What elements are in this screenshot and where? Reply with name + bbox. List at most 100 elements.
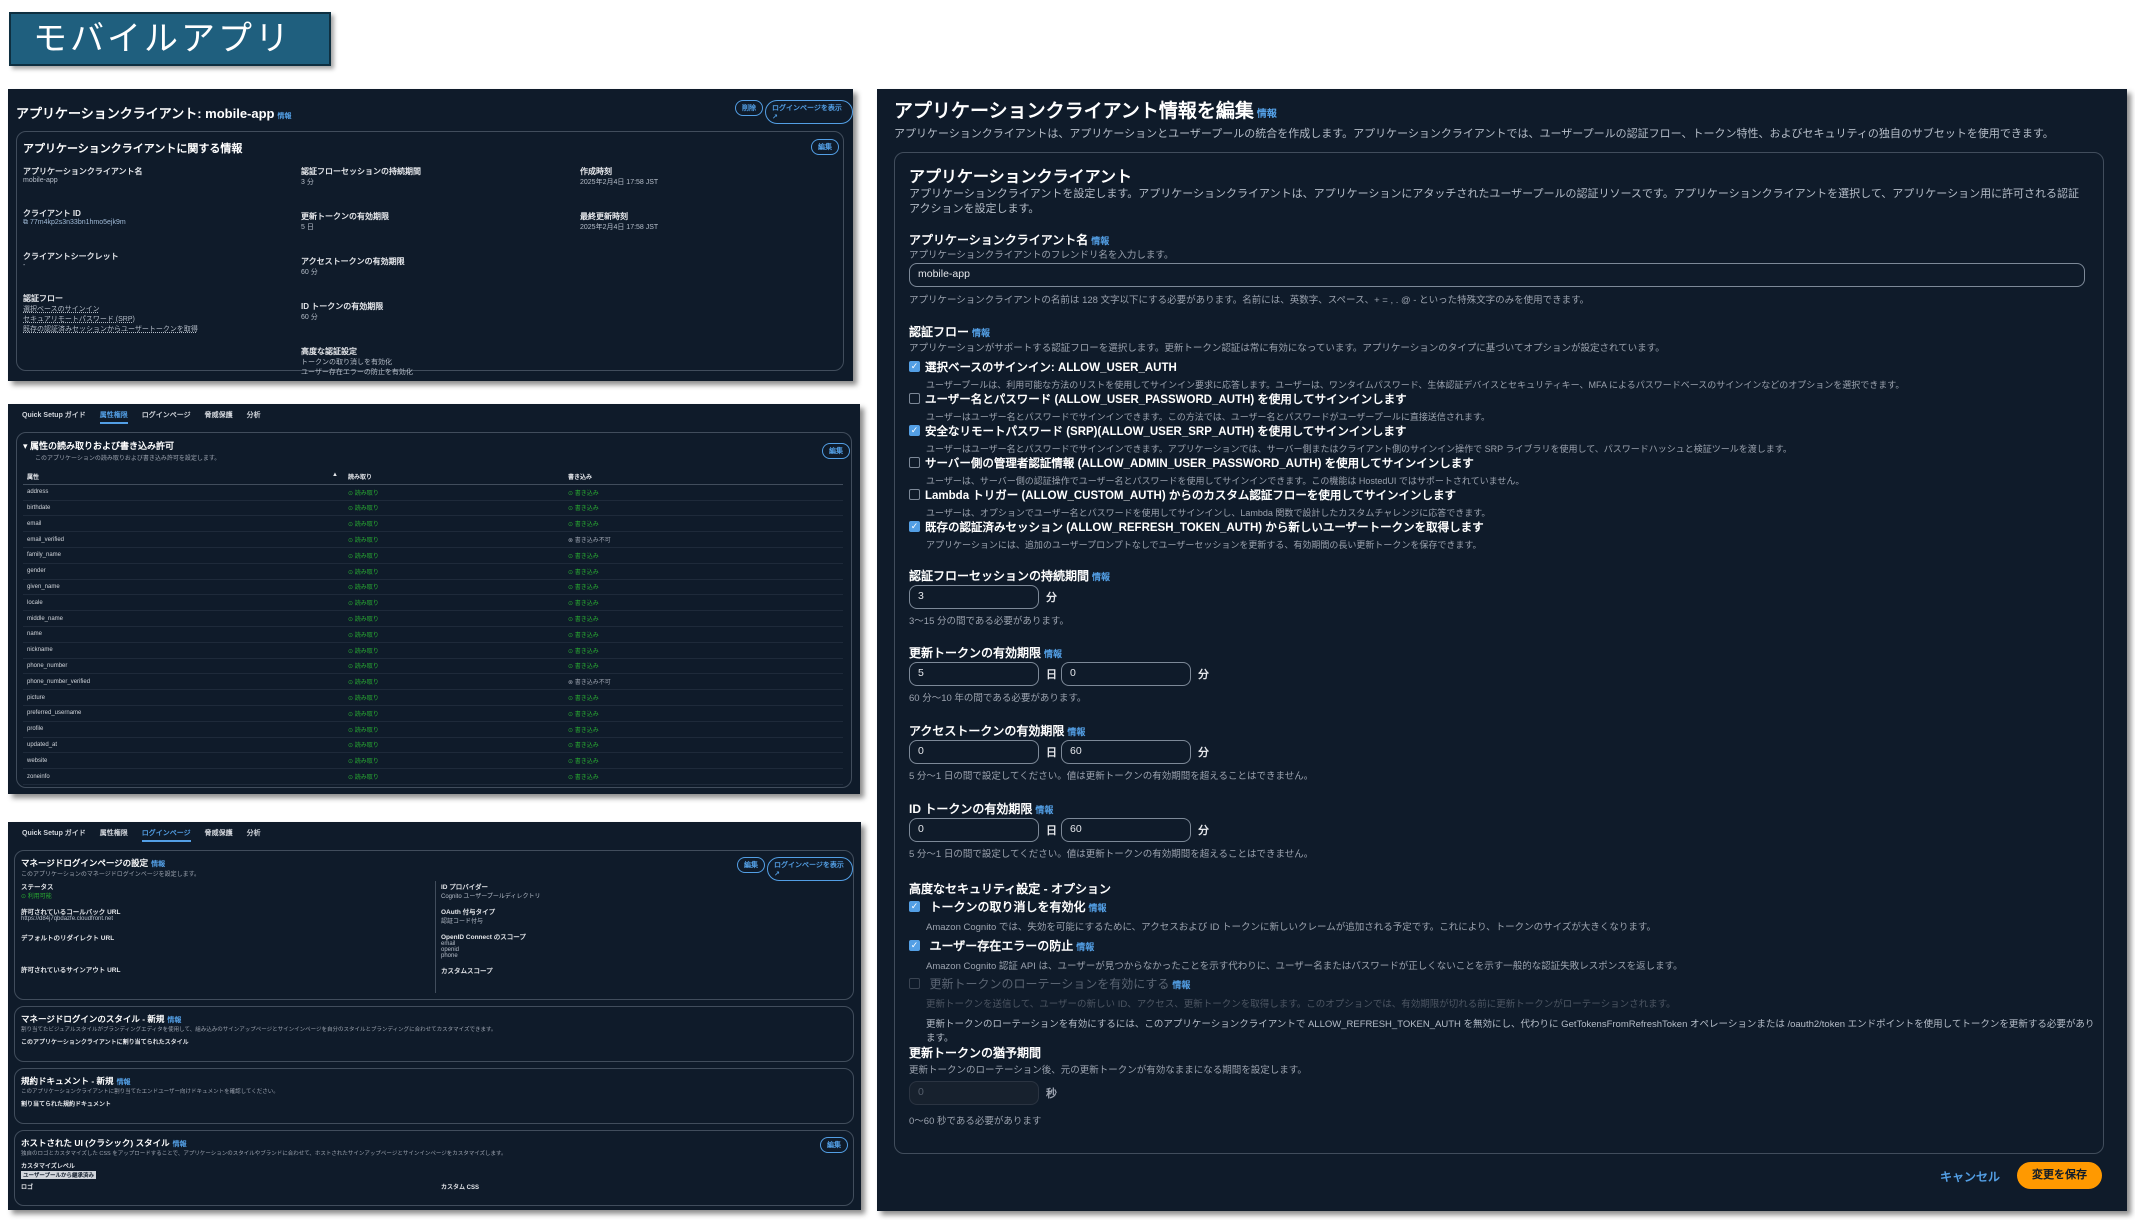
auth-flow-option[interactable]: ✓ 既存の認証済みセッション (ALLOW_REFRESH_TOKEN_AUTH)… bbox=[909, 518, 1484, 551]
tab-threat-protection[interactable]: 脅威保護 bbox=[205, 410, 233, 424]
client-secret-value: - bbox=[23, 262, 26, 269]
cancel-button[interactable]: キャンセル bbox=[1940, 1168, 2000, 1185]
rotate-note: 更新トークンのローテーションを有効にするには、このアプリケーションクライアントで… bbox=[926, 1019, 2095, 1044]
refresh-mins-input[interactable]: 0 bbox=[1061, 662, 1191, 686]
x-circle-icon: ⊗ bbox=[568, 538, 575, 545]
checkbox-checked-icon[interactable]: ✓ bbox=[909, 361, 920, 373]
checkbox-icon[interactable] bbox=[909, 489, 920, 501]
write-status: ⊙ 書き込み bbox=[568, 727, 599, 734]
checkbox-checked-icon[interactable]: ✓ bbox=[909, 521, 920, 533]
tab-quick-setup[interactable]: Quick Setup ガイド bbox=[22, 410, 86, 424]
checkbox-checked-icon[interactable]: ✓ bbox=[909, 940, 920, 952]
client-id-value[interactable]: ⧉ 77m4kp2s3n33bn1hmo5ejk9m bbox=[23, 219, 283, 227]
tab-attributes[interactable]: 属性権限 bbox=[99, 410, 128, 424]
managed-style-card: マネージドログインのスタイル - 新規 情報 割り当てたビジュアルスタイルがブラン… bbox=[14, 1006, 854, 1062]
check-circle-icon: ⊙ bbox=[568, 506, 575, 513]
write-status: ⊙ 書き込み bbox=[568, 759, 599, 766]
caret-down-icon[interactable]: ▾ bbox=[23, 441, 30, 451]
revoke-token-option[interactable]: ✓ トークンの取り消しを有効化 情報 Amazon Cognito では、失効を可… bbox=[909, 898, 1656, 933]
css-label: カスタム CSS bbox=[441, 1185, 480, 1191]
check-circle-icon: ⊙ bbox=[348, 775, 355, 782]
access-expiry-label: アクセストークンの有効期限 bbox=[301, 257, 405, 266]
attr-name: nickname bbox=[27, 647, 53, 654]
grace-hint: 0～60 秒である必要があります bbox=[909, 1116, 1042, 1127]
app-client-title: アプリケーションクライアント: mobile-app 情報 bbox=[16, 106, 292, 121]
auth-flow-line: セキュアリモートパスワード (SRP) bbox=[23, 316, 135, 323]
checkbox-icon[interactable] bbox=[909, 457, 920, 469]
check-circle-icon: ⊙ bbox=[348, 648, 355, 655]
access-mins-input[interactable]: 60 bbox=[1061, 740, 1191, 764]
redirect-label: デフォルトのリダイレクト URL bbox=[21, 935, 115, 942]
view-login-page-button[interactable]: ログインページを表示 ↗ bbox=[767, 857, 853, 881]
tab-login-page[interactable]: ログインページ bbox=[141, 828, 191, 842]
read-status: ⊙ 読み取り bbox=[348, 711, 379, 718]
access-expiry-value: 60 分 bbox=[301, 269, 318, 276]
delete-button[interactable]: 削除 bbox=[735, 100, 763, 116]
auth-flow-option[interactable]: ✓ 選択ベースのサインイン: ALLOW_USER_AUTH ユーザープールは、利用… bbox=[909, 358, 1904, 391]
attr-name: phone_number_verified bbox=[27, 678, 91, 685]
access-days-input[interactable]: 0 bbox=[909, 740, 1039, 764]
checkbox-disabled-icon bbox=[909, 978, 920, 990]
hosted-desc: 独自のロゴとカスタマイズした CSS をアップロードすることで、アプリケーション… bbox=[21, 1151, 507, 1157]
attr-name: email bbox=[27, 520, 42, 527]
prevent-user-existence-option[interactable]: ✓ ユーザー存在エラーの防止 情報 Amazon Cognito 認証 API は… bbox=[909, 937, 1683, 972]
name-desc: アプリケーションクライアントのフレンドリ名を入力します。 bbox=[909, 250, 1174, 261]
refresh-days-input[interactable]: 5 bbox=[909, 662, 1039, 686]
auth-flow-line: 既存の認証済みセッションからユーザートークンを取得 bbox=[23, 326, 198, 333]
auth-flow-title: 既存の認証済みセッション (ALLOW_REFRESH_TOKEN_AUTH) … bbox=[925, 522, 1484, 534]
edit-button[interactable]: 編集 bbox=[822, 443, 850, 459]
auth-flow-option[interactable]: Lambda トリガー (ALLOW_CUSTOM_AUTH) からのカスタム認… bbox=[909, 486, 1490, 519]
idp-value: Cognito ユーザープールディレクトリ bbox=[441, 894, 541, 900]
checkbox-checked-icon[interactable]: ✓ bbox=[909, 901, 920, 913]
checkbox-checked-icon[interactable]: ✓ bbox=[909, 425, 920, 437]
write-status: ⊙ 書き込み bbox=[568, 632, 599, 639]
section-title: アプリケーションクライアントに関する情報 bbox=[23, 143, 243, 155]
attr-name: updated_at bbox=[27, 741, 58, 748]
write-status: ⊙ 書き込み bbox=[568, 553, 599, 560]
session-duration-input[interactable]: 3 bbox=[909, 585, 1039, 609]
edit-button[interactable]: 編集 bbox=[820, 1137, 848, 1153]
tab-analytics[interactable]: 分析 bbox=[247, 828, 261, 842]
save-changes-button[interactable]: 変更を保存 bbox=[2017, 1162, 2102, 1189]
name-label: アプリケーションクライアント名 情報 bbox=[909, 233, 1110, 247]
managed-login-desc: このアプリケーションのマネージドログインページを設定します。 bbox=[21, 872, 201, 878]
day-unit: 日 bbox=[1046, 747, 1057, 759]
id-days-input[interactable]: 0 bbox=[909, 818, 1039, 842]
auth-flow-title: 選択ベースのサインイン: ALLOW_USER_AUTH bbox=[925, 362, 1177, 374]
idp-label: ID プロバイダー bbox=[441, 884, 489, 891]
callback-label: 許可されているコールバック URL bbox=[21, 909, 121, 916]
table-row: address ⊙ 読み取り ⊙ 書き込み bbox=[23, 485, 843, 501]
write-status: ⊙ 書き込み bbox=[568, 569, 599, 576]
write-status: ⊗ 書き込み不可 bbox=[568, 680, 611, 687]
auth-flow-label: 認証フロー bbox=[23, 294, 63, 303]
edit-button[interactable]: 編集 bbox=[811, 139, 839, 155]
tab-threat-protection[interactable]: 脅威保護 bbox=[205, 828, 233, 842]
attr-name: profile bbox=[27, 726, 44, 733]
auth-flow-option[interactable]: サーバー側の管理者認証情報 (ALLOW_ADMIN_USER_PASSWORD… bbox=[909, 454, 1524, 487]
rotate-title: 更新トークンのローテーションを有効にする bbox=[929, 977, 1170, 991]
write-status: ⊙ 書き込み bbox=[568, 696, 599, 703]
copy-icon[interactable]: ⧉ bbox=[23, 219, 30, 226]
sort-icon[interactable]: ▲ bbox=[332, 472, 338, 481]
checkbox-icon[interactable] bbox=[909, 393, 920, 405]
grace-label: 更新トークンの猶予期間 bbox=[909, 1046, 1042, 1060]
doc-title: 規約ドキュメント - 新規 情報 bbox=[21, 1076, 131, 1086]
tab-login-page[interactable]: ログインページ bbox=[142, 410, 191, 424]
tab-attributes[interactable]: 属性権限 bbox=[100, 828, 128, 842]
edit-button[interactable]: 編集 bbox=[737, 857, 765, 873]
auth-flow-option[interactable]: ユーザー名とパスワード (ALLOW_USER_PASSWORD_AUTH) を… bbox=[909, 390, 1490, 423]
tab-analytics[interactable]: 分析 bbox=[247, 410, 261, 424]
auth-flow-option[interactable]: ✓ 安全なリモートパスワード (SRP)(ALLOW_USER_SRP_AUTH)… bbox=[909, 422, 1792, 455]
write-status: ⊙ 書き込み bbox=[568, 585, 599, 592]
id-label: ID トークンの有効期限 情報 bbox=[909, 802, 1054, 816]
view-login-page-button[interactable]: ログインページを表示 ↗ bbox=[765, 100, 853, 124]
id-mins-input[interactable]: 60 bbox=[1061, 818, 1191, 842]
style-title: マネージドログインのスタイル - 新規 情報 bbox=[21, 1014, 182, 1024]
table-row: picture ⊙ 読み取り ⊙ 書き込み bbox=[23, 690, 843, 706]
app-client-name-input[interactable]: mobile-app bbox=[909, 263, 2085, 287]
tab-quick-setup[interactable]: Quick Setup ガイド bbox=[22, 828, 86, 842]
read-status: ⊙ 読み取り bbox=[348, 569, 379, 576]
hosted-title: ホストされた UI (クラシック) スタイル 情報 bbox=[21, 1138, 187, 1148]
managed-login-title: マネージドログインページの設定 情報 bbox=[21, 858, 166, 868]
name-hint: アプリケーションクライアントの名前は 128 文字以下にする必要があります。名前… bbox=[909, 295, 1590, 306]
